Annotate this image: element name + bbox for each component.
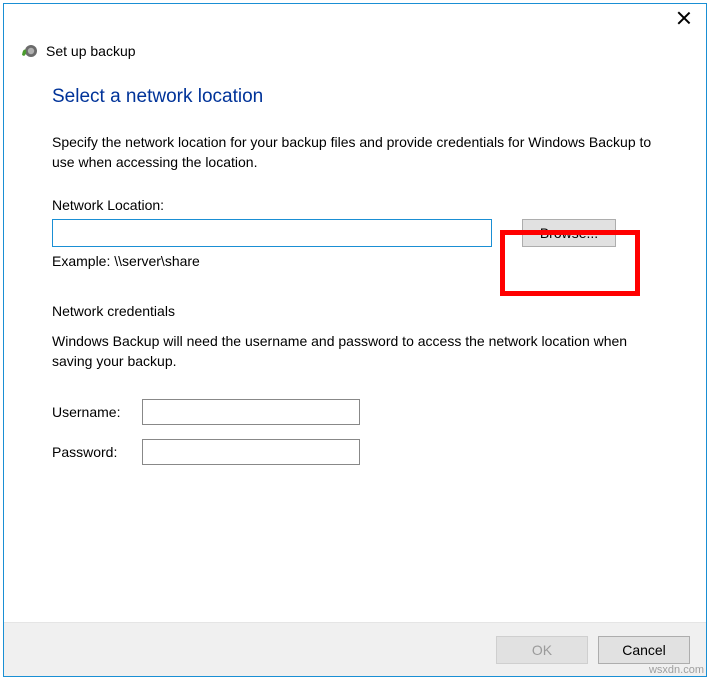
browse-button[interactable]: Browse...: [522, 219, 616, 247]
dialog-window: Set up backup Select a network location …: [3, 3, 707, 677]
credentials-instruction: Windows Backup will need the username an…: [52, 331, 658, 372]
network-location-label: Network Location:: [52, 197, 658, 213]
password-label: Password:: [52, 444, 142, 460]
example-text: Example: \\server\share: [52, 253, 658, 269]
username-input[interactable]: [142, 399, 360, 425]
page-instruction: Specify the network location for your ba…: [52, 132, 658, 173]
page-heading: Select a network location: [52, 86, 658, 108]
password-row: Password:: [52, 439, 658, 465]
username-label: Username:: [52, 404, 142, 420]
ok-button: OK: [496, 636, 588, 664]
backup-icon: [20, 42, 38, 60]
content-area: Select a network location Specify the ne…: [4, 86, 706, 622]
header: Set up backup: [4, 36, 706, 86]
network-location-row: Browse...: [52, 219, 658, 247]
cancel-button[interactable]: Cancel: [598, 636, 690, 664]
password-input[interactable]: [142, 439, 360, 465]
dialog-footer: OK Cancel: [4, 622, 706, 676]
titlebar: [4, 4, 706, 36]
window-title: Set up backup: [46, 43, 136, 59]
credentials-section-label: Network credentials: [52, 303, 658, 319]
close-icon[interactable]: [676, 10, 692, 26]
network-location-input[interactable]: [52, 219, 492, 247]
username-row: Username:: [52, 399, 658, 425]
watermark: wsxdn.com: [649, 664, 704, 676]
